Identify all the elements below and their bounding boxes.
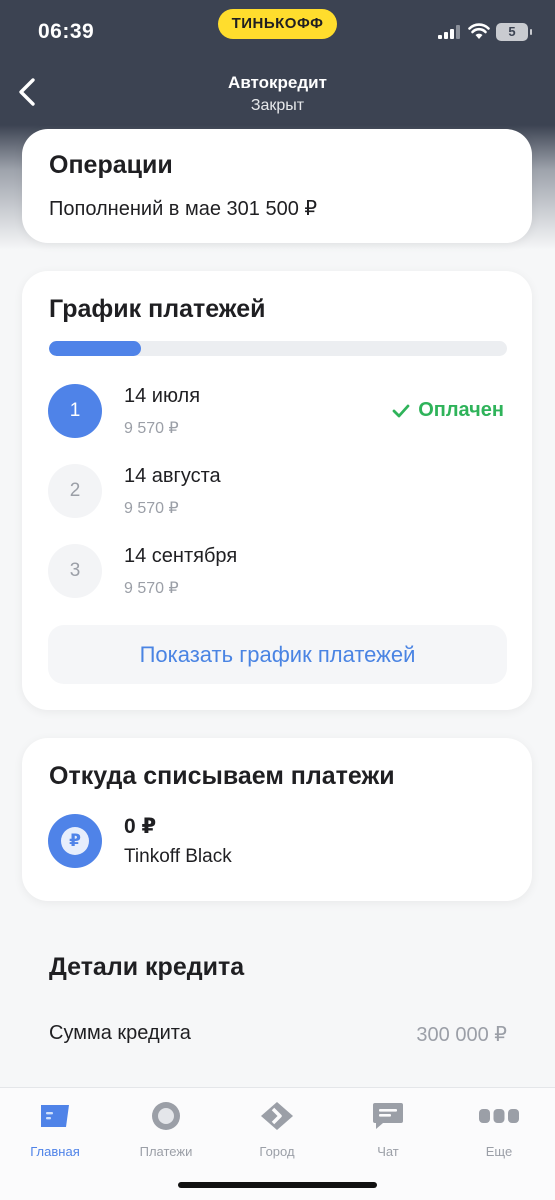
chat-bubble-icon xyxy=(373,1103,403,1129)
loan-details-title: Детали кредита xyxy=(49,953,245,981)
tab-payments[interactable]: Платежи xyxy=(116,1100,216,1160)
schedule-title: График платежей xyxy=(49,295,266,323)
status-time: 06:39 xyxy=(38,20,95,43)
ruble-glyph: ₽ xyxy=(61,827,89,855)
payment-amount: 9 570 ₽ xyxy=(124,500,179,517)
ruble-account-icon: ₽ xyxy=(48,814,102,868)
cellular-signal-icon xyxy=(438,25,460,39)
payments-circle-icon xyxy=(152,1102,180,1130)
checkmark-icon xyxy=(392,404,410,417)
payment-row[interactable]: 3 14 сентября 9 570 ₽ xyxy=(48,544,508,604)
tab-payments-label: Платежи xyxy=(139,1144,193,1159)
tab-more[interactable]: Еще xyxy=(449,1100,549,1160)
city-diamond-icon xyxy=(261,1102,293,1130)
tab-chat-label: Чат xyxy=(377,1144,399,1159)
payment-date: 14 сентября xyxy=(124,545,238,567)
detail-row: Сумма кредита 300 000 ₽ xyxy=(49,1022,507,1052)
wifi-icon xyxy=(468,23,490,39)
payment-schedule-card: График платежей 1 14 июля 9 570 ₽ Оплаче… xyxy=(22,271,532,710)
tab-city-label: Город xyxy=(259,1144,295,1159)
more-dots-icon xyxy=(479,1109,519,1123)
operations-card[interactable]: Операции Пополнений в мае 301 500 ₽ xyxy=(22,129,532,243)
detail-label: Сумма кредита xyxy=(49,1022,191,1044)
tab-home[interactable]: Главная xyxy=(5,1100,105,1160)
payment-date: 14 августа xyxy=(124,465,221,487)
home-card-icon xyxy=(41,1105,69,1127)
status-bar: 06:39 ТИНЬКОФФ 5 xyxy=(0,0,555,64)
payment-source-title: Откуда списываем платежи xyxy=(49,762,395,790)
schedule-progress-fill xyxy=(49,341,141,356)
payment-number-badge: 3 xyxy=(48,544,102,598)
operations-summary: Пополнений в мае 301 500 ₽ xyxy=(49,198,318,220)
tab-city[interactable]: Город xyxy=(227,1100,327,1160)
page-title: Автокредит xyxy=(228,73,327,92)
payment-number-badge: 1 xyxy=(48,384,102,438)
nav-header: Автокредит Закрыт xyxy=(0,64,555,124)
tab-chat[interactable]: Чат xyxy=(338,1100,438,1160)
payment-amount: 9 570 ₽ xyxy=(124,420,179,437)
account-name: Tinkoff Black xyxy=(124,846,232,867)
brand-pill: ТИНЬКОФФ xyxy=(218,9,337,39)
home-indicator xyxy=(178,1182,377,1188)
tab-home-label: Главная xyxy=(30,1144,80,1159)
payment-number-badge: 2 xyxy=(48,464,102,518)
payment-amount: 9 570 ₽ xyxy=(124,580,179,597)
tab-more-label: Еще xyxy=(485,1144,513,1159)
payment-row[interactable]: 2 14 августа 9 570 ₽ xyxy=(48,464,508,524)
payment-source-card[interactable]: Откуда списываем платежи ₽ 0 ₽ Tinkoff B… xyxy=(22,738,532,901)
payment-date: 14 июля xyxy=(124,385,201,407)
page-subtitle: Закрыт xyxy=(250,97,305,114)
detail-value: 300 000 ₽ xyxy=(416,1024,507,1046)
battery-icon: 5 xyxy=(496,23,532,41)
payment-row[interactable]: 1 14 июля 9 570 ₽ Оплачен xyxy=(48,384,508,444)
account-balance: 0 ₽ xyxy=(124,815,157,838)
payment-status-label: Оплачен xyxy=(418,399,504,421)
schedule-progress-bar xyxy=(49,341,507,356)
payment-status: Оплачен xyxy=(392,399,504,422)
operations-title: Операции xyxy=(49,151,173,179)
show-schedule-button[interactable]: Показать график платежей xyxy=(48,625,507,684)
